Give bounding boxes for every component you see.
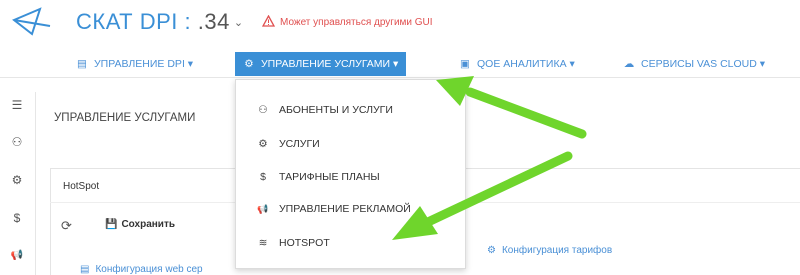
save-icon: 💾 xyxy=(105,219,118,230)
users-icon: ⚇ xyxy=(258,104,268,116)
nav-label: УПРАВЛЕНИЕ УСЛУГАМИ xyxy=(261,58,391,70)
menu-item-label: ТАРИФНЫЕ ПЛАНЫ xyxy=(279,171,380,183)
caret-down-icon: ▾ xyxy=(759,58,766,70)
top-nav: ▤ УПРАВЛЕНИЕ DPI ▾ ⚙ УПРАВЛЕНИЕ УСЛУГАМИ ▾… xyxy=(60,52,800,78)
list-icon: ▤ xyxy=(80,264,90,275)
dollar-icon: $ xyxy=(260,171,266,183)
menu-item-subscribers[interactable]: ⚇ АБОНЕНТЫ И УСЛУГИ xyxy=(236,98,467,122)
menu-item-label: УПРАВЛЕНИЕ РЕКЛАМОЙ xyxy=(279,203,411,215)
dollar-icon[interactable]: $ xyxy=(8,209,26,227)
left-sidebar: ☰ ⚇ ⚙ $ 📢 xyxy=(0,92,36,275)
tariffs-config-label: Конфигурация тарифов xyxy=(501,245,613,256)
nav-label: СЕРВИСЫ VAS CLOUD xyxy=(641,58,757,70)
nav-divider xyxy=(0,77,800,78)
warning-icon xyxy=(262,15,275,27)
cogs-icon: ⚙ xyxy=(487,245,496,256)
multi-gui-warning: Может управляться другими GUI xyxy=(262,15,433,28)
caret-down-icon: ▾ xyxy=(187,58,194,70)
megaphone-icon: 📢 xyxy=(257,204,269,214)
panel-title: HotSpot xyxy=(63,181,100,192)
app-title-text: СКАТ DPI : xyxy=(76,9,198,34)
cogs-icon: ⚙ xyxy=(244,58,254,70)
chart-icon: ▣ xyxy=(460,58,470,70)
app-title[interactable]: СКАТ DPI : .34 ⌄ xyxy=(76,9,244,35)
megaphone-icon[interactable]: 📢 xyxy=(8,247,26,265)
list-icon: ▤ xyxy=(77,58,87,70)
menu-item-label: УСЛУГИ xyxy=(279,138,320,150)
save-label: Сохранить xyxy=(121,219,175,230)
nav-vas-cloud[interactable]: ☁ СЕРВИСЫ VAS CLOUD ▾ xyxy=(615,52,773,76)
nav-dpi-management[interactable]: ▤ УПРАВЛЕНИЕ DPI ▾ xyxy=(68,52,201,76)
cloud-icon: ☁ xyxy=(623,58,635,70)
chevron-down-icon: ⌄ xyxy=(233,17,244,29)
version-label: .34 xyxy=(197,9,230,34)
page-title: УПРАВЛЕНИЕ УСЛУГАМИ xyxy=(54,112,196,124)
logo-icon xyxy=(12,7,51,36)
caret-down-icon: ▾ xyxy=(569,58,575,70)
users-icon[interactable]: ⚇ xyxy=(8,133,26,151)
save-button[interactable]: 💾 Сохранить xyxy=(105,219,175,230)
refresh-icon[interactable]: ⟳ xyxy=(61,218,72,234)
nav-qoe-analytics[interactable]: ▣ QOE АНАЛИТИКА ▾ xyxy=(451,52,583,76)
cogs-icon[interactable]: ⚙ xyxy=(8,171,26,189)
menu-item-label: АБОНЕНТЫ И УСЛУГИ xyxy=(279,104,393,116)
menu-item-label: HOTSPOT xyxy=(279,237,330,249)
services-dropdown-menu: ⚇ АБОНЕНТЫ И УСЛУГИ ⚙ УСЛУГИ $ ТАРИФНЫЕ ПЛА… xyxy=(235,79,466,269)
warning-text: Может управляться другими GUI xyxy=(280,17,433,28)
web-config-label: Конфигурация web сер xyxy=(95,264,203,275)
menu-item-services[interactable]: ⚙ УСЛУГИ xyxy=(236,132,467,156)
nav-label: QOE АНАЛИТИКА xyxy=(477,58,567,70)
cogs-icon: ⚙ xyxy=(258,138,268,150)
menu-item-tariff-plans[interactable]: $ ТАРИФНЫЕ ПЛАНЫ xyxy=(236,165,467,189)
tariffs-config-link[interactable]: ⚙ Конфигурация тарифов xyxy=(487,245,612,256)
nav-label: УПРАВЛЕНИЕ DPI xyxy=(94,58,185,70)
nav-services-management[interactable]: ⚙ УПРАВЛЕНИЕ УСЛУГАМИ ▾ xyxy=(235,52,407,76)
wifi-icon: ≋ xyxy=(258,237,268,249)
menu-item-ads[interactable]: 📢 УПРАВЛЕНИЕ РЕКЛАМОЙ xyxy=(236,197,467,221)
menu-item-hotspot[interactable]: ≋ HOTSPOT xyxy=(236,231,467,255)
menu-icon[interactable]: ☰ xyxy=(8,96,26,114)
caret-down-icon: ▾ xyxy=(393,58,399,70)
web-config-link[interactable]: ▤ Конфигурация web сер xyxy=(80,264,203,275)
